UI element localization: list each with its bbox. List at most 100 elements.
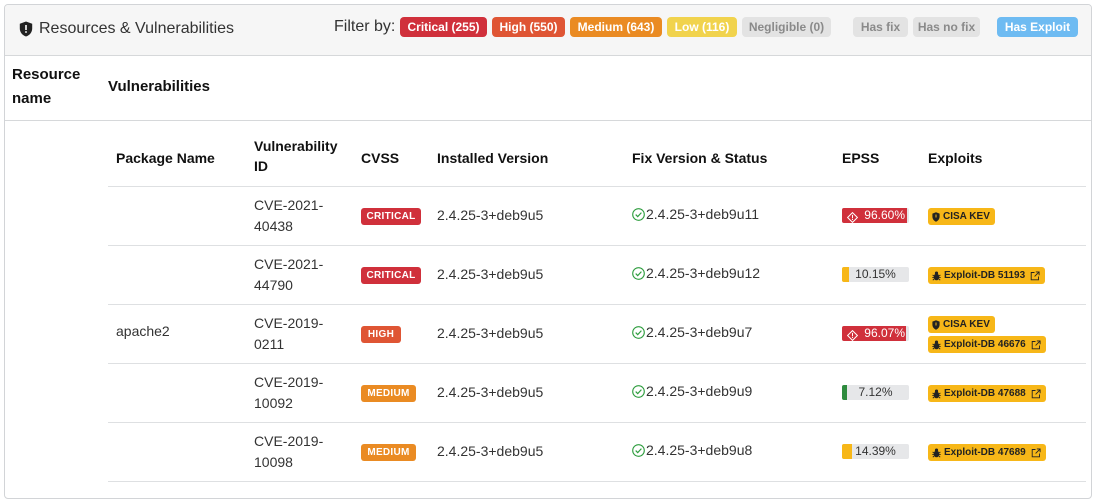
installed-version-cell: 2.4.25-3+deb9u5	[437, 266, 544, 282]
fix-version-cell: 2.4.25-3+deb9u12	[632, 265, 760, 281]
vulnerability-id-line1: CVE-2019-	[254, 433, 324, 449]
vulnerability-id-line2: 10092	[254, 395, 293, 411]
th-cvss: CVSS	[361, 150, 400, 166]
epss-value: 14.39%	[855, 444, 896, 458]
external-link-icon	[1031, 339, 1041, 350]
column-header-resource-line2: name	[12, 90, 52, 107]
epss-value: 96.60%	[864, 208, 905, 222]
vulnerability-id-line1: CVE-2019-	[254, 315, 324, 331]
exploit-badge-label: Exploit-DB 47688	[944, 388, 1026, 399]
th-vulnerability-line1: Vulnerability	[254, 138, 338, 154]
epss-bar: 96.07%	[842, 326, 909, 341]
filter-has-no-fix[interactable]: Has no fix	[913, 17, 980, 37]
bug-icon	[932, 340, 941, 350]
exploit-badge-label: CISA KEV	[943, 319, 990, 330]
epss-bar: 14.39%	[842, 444, 909, 459]
vulnerability-id-line2: 0211	[254, 336, 285, 352]
th-package-name: Package Name	[116, 150, 215, 166]
column-header-resource-name: Resource name	[12, 63, 80, 111]
vulnerability-id-cell[interactable]: CVE-2019- 0211	[254, 313, 323, 355]
page-title: Resources & Vulnerabilities	[39, 20, 235, 37]
epss-bar: 10.15%	[842, 267, 909, 282]
vulnerability-id-cell[interactable]: CVE-2019- 10098	[254, 431, 323, 473]
shield-icon	[932, 319, 940, 330]
fix-version-cell: 2.4.25-3+deb9u8	[632, 442, 752, 458]
vulnerability-id-cell[interactable]: CVE-2019- 10092	[254, 372, 323, 414]
exploit-badge-label: CISA KEV	[943, 211, 990, 222]
external-link-icon	[1031, 447, 1041, 458]
shield-icon	[932, 211, 940, 222]
fix-version-cell: 2.4.25-3+deb9u9	[632, 383, 752, 399]
vulnerability-id-line1: CVE-2021-	[254, 256, 324, 272]
th-epss: EPSS	[842, 150, 880, 166]
external-link-icon	[1030, 270, 1040, 281]
installed-version-cell: 2.4.25-3+deb9u5	[437, 384, 544, 400]
vulnerability-id-line2: 10098	[254, 454, 293, 470]
epss-value: 96.07%	[864, 326, 905, 340]
epss-bar: 96.60%	[842, 208, 909, 223]
vulnerability-id-line1: CVE-2021-	[254, 197, 324, 213]
vulnerability-id-cell[interactable]: CVE-2021- 44790	[254, 254, 323, 296]
row-divider	[108, 422, 1086, 423]
exploit-badge-label: Exploit-DB 46676	[944, 339, 1026, 350]
th-vulnerability-line2: ID	[254, 158, 268, 174]
filter-medium[interactable]: Medium (643)	[570, 17, 662, 37]
panel-title-group: Resources & Vulnerabilities	[19, 20, 234, 38]
row-divider	[108, 186, 1086, 187]
check-circle-icon	[632, 325, 646, 339]
bug-icon	[932, 271, 941, 281]
fix-version-text: 2.4.25-3+deb9u8	[646, 442, 753, 458]
severity-badge: MEDIUM	[361, 444, 416, 461]
severity-badge: MEDIUM	[361, 385, 416, 402]
vulnerability-id-line1: CVE-2019-	[254, 374, 324, 390]
column-header-resource-line1: Resource	[12, 66, 81, 83]
installed-version-cell: 2.4.25-3+deb9u5	[437, 325, 544, 341]
fix-version-text: 2.4.25-3+deb9u12	[646, 265, 761, 281]
filter-high[interactable]: High (550)	[492, 17, 565, 37]
th-vulnerability-id: Vulnerability ID	[254, 136, 338, 176]
resources-vulnerabilities-panel: Resources & Vulnerabilities Filter by: C…	[4, 4, 1092, 499]
row-divider	[108, 304, 1086, 305]
exploit-badge-cisa-kev[interactable]: CISA KEV	[928, 208, 995, 225]
exploit-badge-exploit-db[interactable]: Exploit-DB 46676	[928, 336, 1046, 353]
row-divider	[108, 481, 1086, 482]
filter-has-fix[interactable]: Has fix	[853, 17, 908, 37]
header-divider	[5, 120, 1091, 121]
row-divider	[108, 245, 1086, 246]
exploit-badge-cisa-kev[interactable]: CISA KEV	[928, 316, 995, 333]
fix-version-cell: 2.4.25-3+deb9u7	[632, 324, 752, 340]
row-divider	[108, 363, 1086, 364]
installed-version-cell: 2.4.25-3+deb9u5	[437, 443, 544, 459]
severity-badge: CRITICAL	[361, 208, 421, 225]
vulnerability-id-line2: 40438	[254, 218, 293, 234]
filter-negligible[interactable]: Negligible (0)	[742, 17, 831, 37]
filter-critical[interactable]: Critical (255)	[400, 17, 487, 37]
package-name-cell: apache2	[116, 323, 170, 339]
external-link-icon	[1031, 388, 1041, 399]
fix-version-text: 2.4.25-3+deb9u7	[646, 324, 753, 340]
exploit-badge-exploit-db[interactable]: Exploit-DB 47688	[928, 385, 1046, 402]
vulnerability-id-cell[interactable]: CVE-2021- 40438	[254, 195, 323, 237]
panel-header: Resources & Vulnerabilities Filter by: C…	[5, 5, 1091, 56]
check-circle-icon	[632, 207, 646, 221]
exploit-badge-exploit-db[interactable]: Exploit-DB 51193	[928, 267, 1046, 284]
th-exploits: Exploits	[928, 150, 983, 166]
exploit-badge-exploit-db[interactable]: Exploit-DB 47689	[928, 444, 1046, 461]
shield-icon	[19, 21, 33, 37]
fix-version-text: 2.4.25-3+deb9u9	[646, 383, 753, 399]
filter-has-exploit[interactable]: Has Exploit	[997, 17, 1078, 37]
fix-version-cell: 2.4.25-3+deb9u11	[632, 206, 759, 222]
epss-value: 7.12%	[858, 385, 893, 399]
th-installed-version: Installed Version	[437, 150, 549, 166]
exploit-badge-label: Exploit-DB 47689	[944, 447, 1026, 458]
exploit-badge-label: Exploit-DB 51193	[944, 270, 1026, 281]
check-circle-icon	[632, 266, 646, 280]
bug-icon	[932, 448, 941, 458]
severity-badge: CRITICAL	[361, 267, 421, 284]
check-circle-icon	[632, 384, 646, 398]
filter-label: Filter by:	[334, 18, 396, 35]
check-circle-icon	[632, 443, 646, 457]
bug-icon	[932, 389, 941, 399]
severity-badge: HIGH	[361, 326, 401, 343]
filter-low[interactable]: Low (116)	[667, 17, 737, 37]
